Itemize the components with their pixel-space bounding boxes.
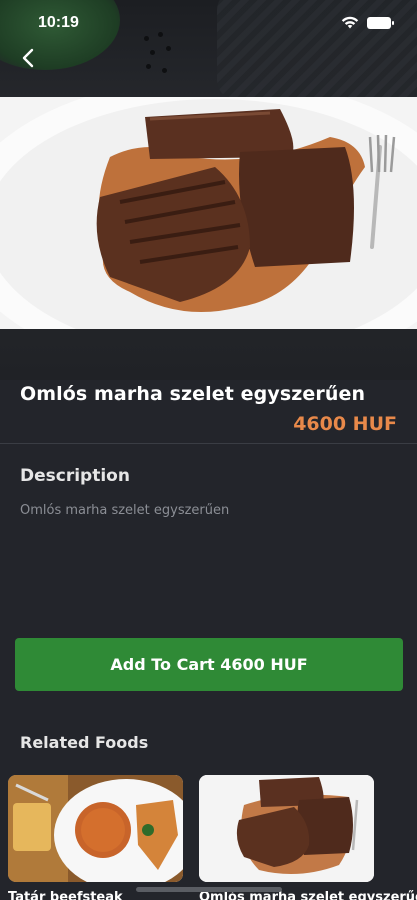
food-price: 4600 HUF (293, 413, 397, 435)
status-icons (341, 14, 394, 33)
food-title-row: Omlós marha szelet egyszerűen (20, 383, 400, 405)
status-bar: 10:19 (0, 0, 417, 46)
status-time: 10:19 (38, 14, 79, 31)
back-button[interactable] (12, 44, 44, 76)
related-food-card[interactable] (199, 775, 374, 882)
tartare-plate-image (8, 775, 183, 882)
battery-icon (367, 17, 394, 29)
add-to-cart-button[interactable]: Add To Cart 4600 HUF (15, 638, 403, 691)
related-food-name: Tatár beefsteak (8, 890, 123, 900)
food-image (0, 77, 417, 377)
divider (0, 443, 417, 444)
steak-plate-image (199, 775, 374, 882)
related-foods-heading: Related Foods (20, 733, 149, 752)
description-heading: Description (20, 466, 130, 486)
description-text: Omlós marha szelet egyszerűen (20, 503, 230, 518)
chevron-left-icon (21, 48, 35, 72)
wifi-icon (341, 14, 359, 33)
food-title: Omlós marha szelet egyszerűen (20, 383, 366, 405)
home-indicator (136, 887, 282, 892)
related-food-card[interactable] (8, 775, 183, 882)
